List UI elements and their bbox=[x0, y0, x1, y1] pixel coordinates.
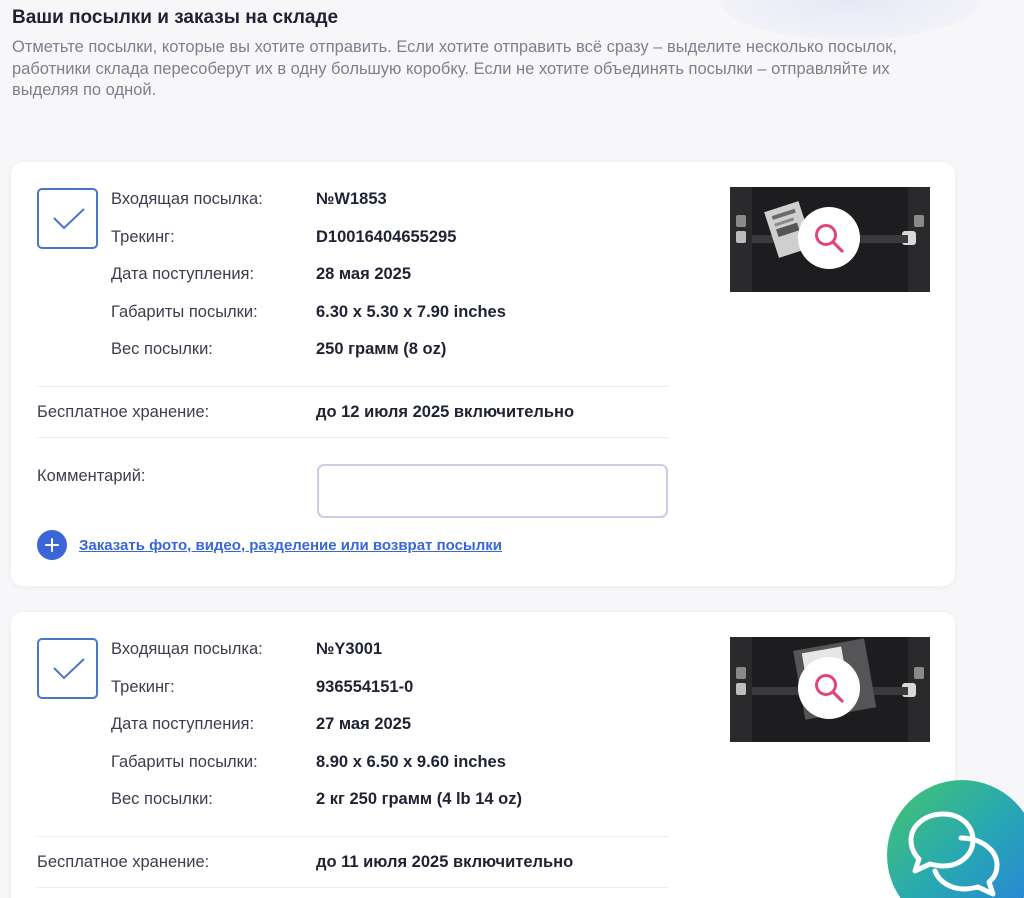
info-row-weight: Вес посылки: 250 грамм (8 oz) bbox=[111, 337, 671, 361]
tracking-label: Трекинг: bbox=[111, 678, 175, 696]
parcel-photo-thumbnail[interactable] bbox=[730, 187, 930, 292]
dimensions: 6.30 x 5.30 x 7.90 inches bbox=[316, 303, 506, 321]
incoming-label: Входящая посылка: bbox=[111, 640, 263, 658]
tracking-label: Трекинг: bbox=[111, 228, 175, 246]
divider bbox=[37, 887, 668, 888]
page-title: Ваши посылки и заказы на складе bbox=[12, 7, 339, 28]
tracking-number: 936554151-0 bbox=[316, 678, 414, 696]
info-row-tracking: Трекинг: D10016404655295 bbox=[111, 225, 671, 249]
info-row-incoming: Входящая посылка: №Y3001 bbox=[111, 637, 671, 661]
plus-icon[interactable] bbox=[37, 530, 67, 560]
parcel-number: №Y3001 bbox=[316, 640, 383, 658]
divider bbox=[37, 386, 668, 387]
free-storage-label: Бесплатное хранение: bbox=[37, 403, 210, 421]
order-services: Заказать фото, видео, разделение или воз… bbox=[37, 530, 502, 560]
parcel-select-checkbox[interactable] bbox=[37, 188, 98, 249]
weight-label: Вес посылки: bbox=[111, 340, 213, 358]
free-storage-value: до 12 июля 2025 включительно bbox=[316, 403, 575, 421]
parcel-select-checkbox[interactable] bbox=[37, 638, 98, 699]
parcel-photo-thumbnail[interactable] bbox=[730, 637, 930, 742]
dimensions: 8.90 x 6.50 x 9.60 inches bbox=[316, 753, 506, 771]
order-services-link[interactable]: Заказать фото, видео, разделение или воз… bbox=[79, 537, 502, 554]
divider bbox=[37, 437, 668, 438]
dimensions-label: Габариты посылки: bbox=[111, 303, 258, 321]
arrival-date: 27 мая 2025 bbox=[316, 715, 412, 733]
comment-label: Комментарий: bbox=[37, 467, 146, 485]
checkmark-icon bbox=[53, 208, 85, 230]
arrival-date: 28 мая 2025 bbox=[316, 265, 412, 283]
tracking-number: D10016404655295 bbox=[316, 228, 457, 246]
info-row-arrival: Дата поступления: 28 мая 2025 bbox=[111, 262, 671, 286]
magnifier-icon bbox=[815, 674, 844, 703]
magnifier-icon bbox=[815, 224, 844, 253]
zoom-button[interactable] bbox=[798, 657, 860, 719]
info-row-weight: Вес посылки: 2 кг 250 грамм (4 lb 14 oz) bbox=[111, 787, 671, 811]
comment-input[interactable] bbox=[317, 464, 668, 518]
checkmark-icon bbox=[53, 658, 85, 680]
page-header: Ваши посылки и заказы на складе Отметьте… bbox=[12, 6, 912, 102]
parcel-card: Входящая посылка: №W1853 Трекинг: D10016… bbox=[11, 162, 955, 586]
zoom-button[interactable] bbox=[798, 207, 860, 269]
weight: 2 кг 250 грамм (4 lb 14 oz) bbox=[316, 790, 522, 808]
free-storage-label: Бесплатное хранение: bbox=[37, 853, 210, 871]
parcel-number: №W1853 bbox=[316, 190, 387, 208]
info-row-dimensions: Габариты посылки: 8.90 x 6.50 x 9.60 inc… bbox=[111, 750, 671, 774]
page-description: Отметьте посылки, которые вы хотите отпр… bbox=[12, 38, 897, 99]
info-row-arrival: Дата поступления: 27 мая 2025 bbox=[111, 712, 671, 736]
incoming-label: Входящая посылка: bbox=[111, 190, 263, 208]
info-row-dimensions: Габариты посылки: 6.30 x 5.30 x 7.90 inc… bbox=[111, 300, 671, 324]
parcel-card: Входящая посылка: №Y3001 Трекинг: 936554… bbox=[11, 612, 955, 898]
info-row-tracking: Трекинг: 936554151-0 bbox=[111, 675, 671, 699]
free-storage-value: до 11 июля 2025 включительно bbox=[316, 853, 574, 871]
chat-bubbles-icon bbox=[908, 811, 1000, 897]
dimensions-label: Габариты посылки: bbox=[111, 753, 258, 771]
weight: 250 грамм (8 oz) bbox=[316, 340, 447, 358]
arrival-date-label: Дата поступления: bbox=[111, 715, 255, 733]
info-row-incoming: Входящая посылка: №W1853 bbox=[111, 187, 671, 211]
arrival-date-label: Дата поступления: bbox=[111, 265, 255, 283]
divider bbox=[37, 836, 668, 837]
weight-label: Вес посылки: bbox=[111, 790, 213, 808]
